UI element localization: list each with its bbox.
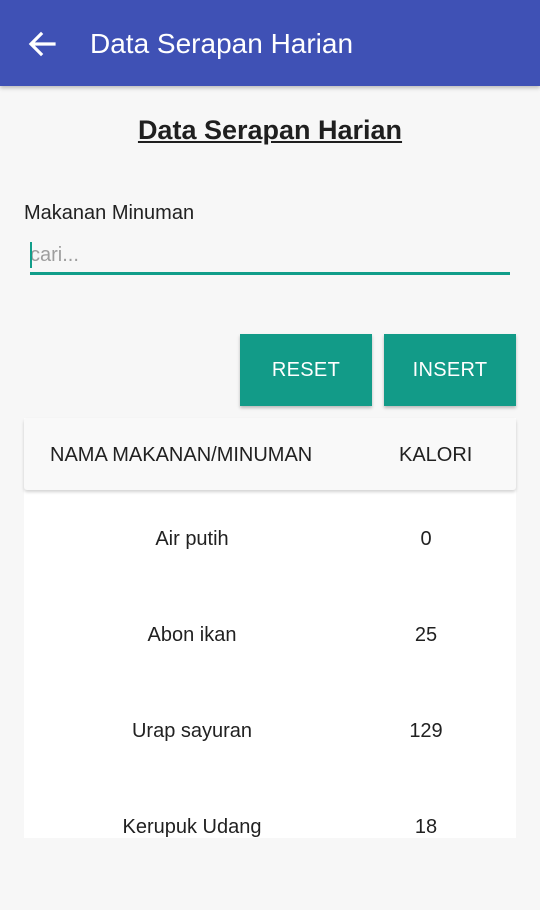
search-input[interactable] — [30, 238, 510, 275]
cell-name: Abon ikan — [147, 624, 237, 646]
cell-kalori: 25 — [414, 624, 438, 646]
table-row[interactable]: Kerupuk Udang 18 — [24, 814, 516, 910]
table-row[interactable]: Air putih 0 — [24, 526, 516, 622]
text-cursor — [30, 242, 32, 268]
table-row[interactable]: Abon ikan 25 — [24, 622, 516, 718]
app-bar-title: Data Serapan Harian — [90, 28, 354, 59]
arrow-left-icon[interactable] — [26, 28, 58, 60]
column-header-name: NAMA MAKANAN/MINUMAN — [50, 444, 313, 466]
search-field — [30, 238, 510, 276]
cell-name: Kerupuk Udang — [122, 816, 262, 838]
cell-kalori: 18 — [414, 816, 438, 838]
cell-name: Air putih — [155, 528, 229, 550]
insert-button[interactable]: INSERT — [384, 334, 516, 406]
cell-kalori: 129 — [409, 720, 443, 742]
data-table: NAMA MAKANAN/MINUMAN KALORI Air putih 0 … — [24, 418, 516, 838]
page-heading: Data Serapan Harian — [137, 115, 403, 145]
app-bar: Data Serapan Harian — [0, 0, 540, 86]
column-header-kalori: KALORI — [399, 444, 473, 466]
cell-name: Urap sayuran — [131, 720, 253, 742]
table-header: NAMA MAKANAN/MINUMAN KALORI — [24, 418, 516, 490]
search-label: Makanan Minuman — [24, 202, 195, 224]
cell-kalori: 0 — [420, 528, 432, 550]
table-row[interactable]: Urap sayuran 129 — [24, 718, 516, 814]
reset-button[interactable]: RESET — [240, 334, 372, 406]
